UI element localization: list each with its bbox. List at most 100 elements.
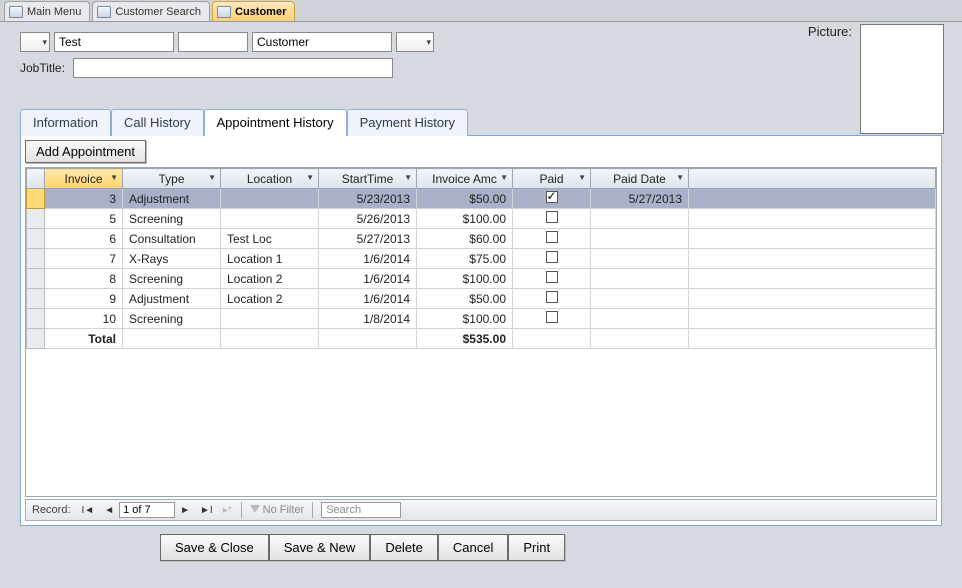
- table-row[interactable]: 10Screening1/8/2014$100.00: [27, 309, 936, 329]
- cell-invoice[interactable]: 6: [45, 229, 123, 249]
- print-button[interactable]: Print: [508, 534, 565, 561]
- delete-button[interactable]: Delete: [370, 534, 438, 561]
- checkbox-icon[interactable]: [546, 291, 558, 303]
- cell-type[interactable]: Adjustment: [123, 289, 221, 309]
- col-location[interactable]: Location▼: [221, 169, 319, 189]
- cell-starttime[interactable]: 5/26/2013: [319, 209, 417, 229]
- cell-invoice[interactable]: 7: [45, 249, 123, 269]
- checkbox-icon[interactable]: [546, 191, 558, 203]
- cell-paid-date[interactable]: [591, 289, 689, 309]
- nav-next-button[interactable]: ►: [175, 504, 195, 517]
- prefix-combo[interactable]: [20, 32, 50, 52]
- cell-starttime[interactable]: 5/27/2013: [319, 229, 417, 249]
- appointment-grid[interactable]: Invoice▼ Type▼ Location▼ StartTime▼ Invo…: [25, 167, 937, 497]
- cell-type[interactable]: X-Rays: [123, 249, 221, 269]
- cell-location[interactable]: Location 2: [221, 289, 319, 309]
- tab-information[interactable]: Information: [20, 109, 111, 136]
- filter-indicator[interactable]: No Filter: [246, 504, 309, 516]
- cell-location[interactable]: Test Loc: [221, 229, 319, 249]
- row-selector[interactable]: [27, 209, 45, 229]
- add-appointment-button[interactable]: Add Appointment: [25, 140, 146, 163]
- cell-type[interactable]: Screening: [123, 209, 221, 229]
- cell-invoice[interactable]: 5: [45, 209, 123, 229]
- cell-invoice[interactable]: 8: [45, 269, 123, 289]
- cell-amount[interactable]: $60.00: [417, 229, 513, 249]
- cell-paid[interactable]: [513, 249, 591, 269]
- table-row[interactable]: 3Adjustment 5/23/2013$50.00 5/27/2013: [27, 189, 936, 209]
- cell-location[interactable]: [221, 309, 319, 329]
- cell-starttime[interactable]: 1/6/2014: [319, 269, 417, 289]
- col-type[interactable]: Type▼: [123, 169, 221, 189]
- cell-invoice[interactable]: 9: [45, 289, 123, 309]
- cell-type[interactable]: Adjustment: [123, 189, 221, 209]
- tab-customer-search[interactable]: Customer Search: [92, 1, 210, 21]
- cell-amount[interactable]: $100.00: [417, 309, 513, 329]
- picture-box[interactable]: [860, 24, 944, 134]
- tab-call-history[interactable]: Call History: [111, 109, 203, 136]
- checkbox-icon[interactable]: [546, 211, 558, 223]
- cell-amount[interactable]: $75.00: [417, 249, 513, 269]
- cell-paid[interactable]: [513, 309, 591, 329]
- table-row[interactable]: 9AdjustmentLocation 21/6/2014$50.00: [27, 289, 936, 309]
- tab-customer[interactable]: Customer: [212, 1, 295, 21]
- cell-paid-date[interactable]: 5/27/2013: [591, 189, 689, 209]
- row-selector[interactable]: [27, 229, 45, 249]
- col-invoice-amt[interactable]: Invoice Amc▼: [417, 169, 513, 189]
- cell-paid[interactable]: [513, 189, 591, 209]
- table-row[interactable]: 5Screening5/26/2013$100.00: [27, 209, 936, 229]
- nav-last-button[interactable]: ►I: [195, 504, 218, 517]
- save-new-button[interactable]: Save & New: [269, 534, 371, 561]
- cell-location[interactable]: [221, 189, 319, 209]
- cell-location[interactable]: Location 2: [221, 269, 319, 289]
- nav-new-button[interactable]: ▸*: [218, 504, 237, 517]
- nav-prev-button[interactable]: ◄: [99, 504, 119, 517]
- cell-amount[interactable]: $50.00: [417, 189, 513, 209]
- col-invoice[interactable]: Invoice▼: [45, 169, 123, 189]
- save-close-button[interactable]: Save & Close: [160, 534, 269, 561]
- col-paid-date[interactable]: Paid Date▼: [591, 169, 689, 189]
- cell-paid[interactable]: [513, 209, 591, 229]
- checkbox-icon[interactable]: [546, 311, 558, 323]
- table-row[interactable]: 6ConsultationTest Loc5/27/2013$60.00: [27, 229, 936, 249]
- row-selector[interactable]: [27, 269, 45, 289]
- jobtitle-input[interactable]: [73, 58, 393, 78]
- cell-paid[interactable]: [513, 229, 591, 249]
- checkbox-icon[interactable]: [546, 251, 558, 263]
- cell-invoice[interactable]: 3: [45, 189, 123, 209]
- row-selector-header[interactable]: [27, 169, 45, 189]
- cell-paid-date[interactable]: [591, 229, 689, 249]
- record-position-input[interactable]: [119, 502, 175, 518]
- nav-first-button[interactable]: I◄: [77, 504, 100, 517]
- cell-invoice[interactable]: 10: [45, 309, 123, 329]
- col-starttime[interactable]: StartTime▼: [319, 169, 417, 189]
- grid-search-input[interactable]: Search: [321, 502, 401, 518]
- row-selector[interactable]: [27, 309, 45, 329]
- cell-paid-date[interactable]: [591, 209, 689, 229]
- middle-name-input[interactable]: [178, 32, 248, 52]
- row-selector[interactable]: [27, 249, 45, 269]
- row-selector[interactable]: [27, 289, 45, 309]
- cell-starttime[interactable]: 5/23/2013: [319, 189, 417, 209]
- cell-location[interactable]: Location 1: [221, 249, 319, 269]
- cell-starttime[interactable]: 1/6/2014: [319, 289, 417, 309]
- cell-paid-date[interactable]: [591, 269, 689, 289]
- cell-paid-date[interactable]: [591, 309, 689, 329]
- checkbox-icon[interactable]: [546, 231, 558, 243]
- cell-location[interactable]: [221, 209, 319, 229]
- cell-amount[interactable]: $100.00: [417, 269, 513, 289]
- cell-amount[interactable]: $50.00: [417, 289, 513, 309]
- tab-payment-history[interactable]: Payment History: [347, 109, 468, 136]
- cell-type[interactable]: Screening: [123, 269, 221, 289]
- col-paid[interactable]: Paid▼: [513, 169, 591, 189]
- cell-starttime[interactable]: 1/8/2014: [319, 309, 417, 329]
- tab-main-menu[interactable]: Main Menu: [4, 1, 90, 21]
- cell-paid[interactable]: [513, 269, 591, 289]
- cell-starttime[interactable]: 1/6/2014: [319, 249, 417, 269]
- checkbox-icon[interactable]: [546, 271, 558, 283]
- tab-appointment-history[interactable]: Appointment History: [204, 109, 347, 136]
- row-selector[interactable]: [27, 189, 45, 209]
- table-row[interactable]: 7X-RaysLocation 11/6/2014$75.00: [27, 249, 936, 269]
- cell-type[interactable]: Consultation: [123, 229, 221, 249]
- cell-paid[interactable]: [513, 289, 591, 309]
- first-name-input[interactable]: [54, 32, 174, 52]
